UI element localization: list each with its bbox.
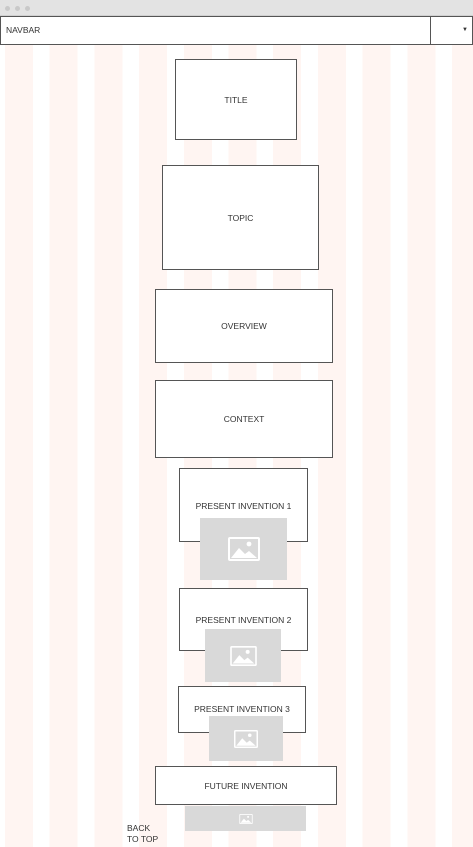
- back-to-top-line2: TO TOP: [127, 834, 159, 844]
- present-invention-3-image: [209, 716, 283, 761]
- overview-label: OVERVIEW: [221, 321, 267, 331]
- present-invention-3-label: PRESENT INVENTION 3: [194, 704, 290, 714]
- navbar-dropdown[interactable]: ▼: [430, 17, 472, 44]
- image-icon: [229, 645, 257, 666]
- topic-section: TOPIC: [162, 165, 319, 270]
- back-to-top-link[interactable]: BACK TO TOP: [127, 823, 158, 845]
- title-label: TITLE: [224, 94, 248, 105]
- navbar-label: NAVBAR: [6, 25, 41, 35]
- title-section: TITLE: [175, 59, 297, 140]
- present-invention-1-image: [200, 518, 287, 580]
- image-icon: [227, 537, 260, 561]
- context-label: CONTEXT: [223, 414, 265, 424]
- context-section: CONTEXT: [155, 380, 333, 458]
- caret-down-icon: ▼: [462, 27, 468, 33]
- back-to-top-line1: BACK: [127, 823, 151, 833]
- image-icon: [234, 729, 258, 748]
- future-invention-section: FUTURE INVENTION: [155, 766, 337, 805]
- future-invention-image: [185, 806, 306, 831]
- topic-label: TOPIC: [227, 212, 254, 223]
- navbar: NAVBAR ▼: [0, 16, 473, 45]
- present-invention-2-label: PRESENT INVENTION 2: [195, 615, 292, 625]
- window-close-dot[interactable]: [5, 6, 10, 11]
- present-invention-2-image: [205, 629, 281, 682]
- present-invention-1-label: PRESENT INVENTION 1: [195, 501, 292, 511]
- image-icon: [238, 813, 253, 824]
- window-titlebar: [0, 0, 473, 16]
- window-minimize-dot[interactable]: [15, 6, 20, 11]
- overview-section: OVERVIEW: [155, 289, 333, 363]
- future-invention-label: FUTURE INVENTION: [204, 780, 288, 791]
- window-maximize-dot[interactable]: [25, 6, 30, 11]
